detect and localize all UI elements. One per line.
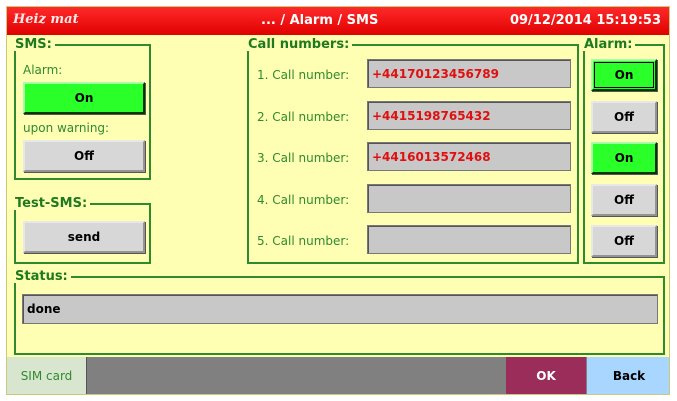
screen: Heiz mat ... / Alarm / SMS 09/12/2014 15…	[6, 6, 670, 395]
alarm-toggle-3[interactable]: On	[591, 142, 657, 174]
call-number-label-2: 2. Call number:	[257, 110, 350, 124]
call-number-field-4[interactable]	[367, 184, 571, 213]
call-number-label-3: 3. Call number:	[257, 151, 350, 165]
call-number-field-2[interactable]: +4415198765432	[367, 101, 571, 130]
title-bar: Heiz mat ... / Alarm / SMS 09/12/2014 15…	[7, 7, 669, 35]
bottom-bar: SIM card OK Back	[7, 357, 669, 394]
call-number-label-4: 4. Call number:	[257, 193, 350, 207]
status-legend: Status:	[15, 269, 68, 284]
upon-warning-toggle[interactable]: Off	[23, 140, 145, 172]
call-number-field-3[interactable]: +4416013572468	[367, 142, 571, 171]
call-number-label-1: 1. Call number:	[257, 68, 350, 82]
alarm-toggle-2[interactable]: Off	[591, 101, 657, 133]
alarm-legend: Alarm:	[584, 37, 633, 52]
sms-alarm-label: Alarm:	[23, 63, 63, 77]
back-button[interactable]: Back	[587, 357, 669, 394]
sms-alarm-toggle[interactable]: On	[23, 82, 145, 114]
sim-card-tab[interactable]: SIM card	[7, 357, 87, 394]
alarm-toggle-5[interactable]: Off	[591, 225, 657, 257]
call-number-label-5: 5. Call number:	[257, 234, 350, 248]
send-test-sms-button[interactable]: send	[23, 221, 145, 253]
alarm-toggle-1[interactable]: On	[591, 59, 657, 91]
sms-legend: SMS:	[15, 37, 52, 52]
status-field: done	[22, 294, 658, 324]
ok-button[interactable]: OK	[506, 357, 586, 394]
breadcrumb: ... / Alarm / SMS	[261, 13, 379, 28]
call-number-field-5[interactable]	[367, 225, 571, 254]
logo-text: Heiz mat	[13, 12, 79, 27]
alarm-toggle-4[interactable]: Off	[591, 184, 657, 216]
call-numbers-legend: Call numbers:	[248, 37, 350, 52]
test-sms-legend: Test-SMS:	[15, 196, 88, 211]
datetime: 09/12/2014 15:19:53	[509, 13, 661, 28]
upon-warning-label: upon warning:	[23, 121, 110, 135]
heizomat-logo: Heiz mat	[13, 12, 79, 27]
call-number-field-1[interactable]: +44170123456789	[367, 59, 571, 88]
